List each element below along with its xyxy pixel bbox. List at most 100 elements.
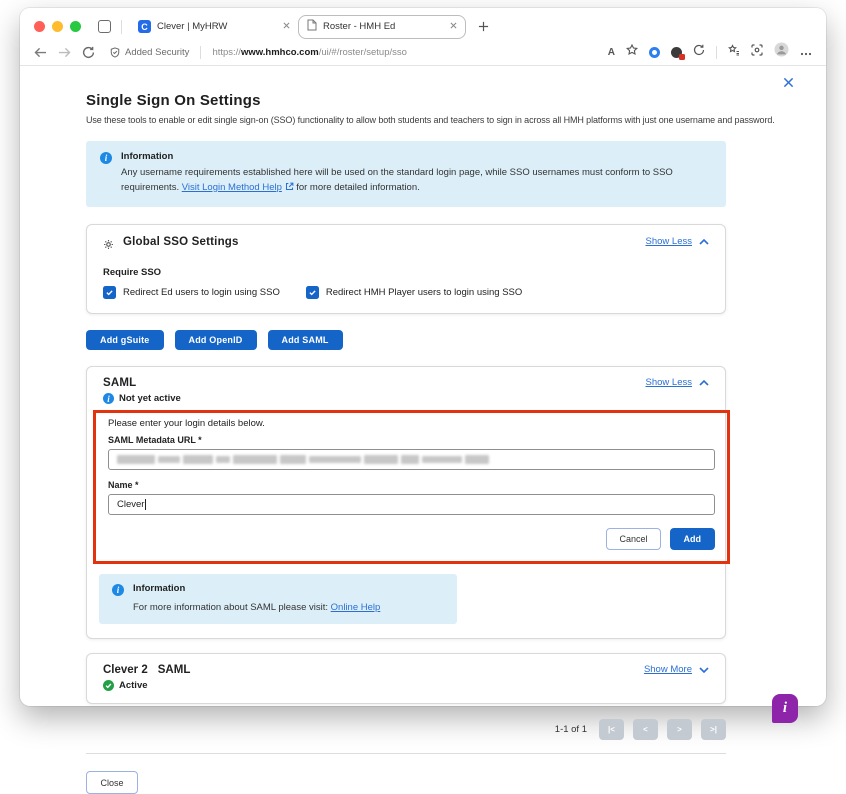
add-openid-button[interactable]: Add OpenID (175, 330, 257, 350)
pagination: 1-1 of 1 |< < > >| (86, 719, 726, 740)
tab-strip: C Clever | MyHRW Roster - HMH Ed (20, 8, 826, 39)
text-caret (145, 499, 146, 510)
modal-close-icon[interactable] (783, 75, 794, 93)
chevron-down-icon (699, 667, 709, 673)
help-widget-button[interactable]: i (772, 694, 798, 723)
saml-status: i Not yet active (103, 393, 181, 404)
back-icon[interactable] (34, 47, 47, 58)
add-gsuite-button[interactable]: Add gSuite (86, 330, 164, 350)
chevron-up-icon (699, 239, 709, 245)
web-capture-icon[interactable] (751, 43, 763, 61)
info-icon: i (100, 152, 112, 164)
info-banner-body: Any username requirements established he… (121, 166, 712, 195)
pagination-range: 1-1 of 1 (555, 724, 587, 735)
minimize-traffic-light[interactable] (52, 21, 63, 32)
provider-status: Active (103, 680, 190, 691)
security-label: Added Security (125, 47, 189, 58)
online-help-link[interactable]: Online Help (331, 602, 381, 613)
info-icon: i (103, 393, 114, 404)
url-domain: www.hmhco.com (241, 47, 319, 58)
metadata-url-input[interactable] (108, 449, 715, 470)
saml-info-title: Information (133, 583, 380, 594)
tab-separator (121, 20, 122, 34)
name-input[interactable]: Clever (108, 494, 715, 515)
close-tab-icon[interactable] (450, 21, 457, 32)
last-page-button[interactable]: >| (701, 719, 726, 740)
extension-dark-icon[interactable] (671, 47, 682, 58)
url-text[interactable]: https://www.hmhco.com/ui/#/roster/setup/… (212, 47, 406, 58)
tab-label: Roster - HMH Ed (323, 21, 444, 32)
check-icon (105, 288, 114, 297)
provider-title: Clever 2 SAML (103, 664, 190, 676)
saml-card-title: SAML (103, 377, 181, 389)
security-badge[interactable]: Added Security (110, 47, 189, 58)
redirect-player-checkbox[interactable] (306, 286, 319, 299)
read-aloud-icon[interactable]: A (608, 47, 615, 58)
toolbar-separator (716, 46, 717, 59)
global-show-less-toggle[interactable]: Show Less (646, 236, 709, 247)
name-value: Clever (117, 499, 144, 510)
tab-roster-hmh-ed[interactable]: Roster - HMH Ed (298, 15, 466, 39)
saml-info-body: For more information about SAML please v… (133, 602, 380, 613)
info-banner-title: Information (121, 151, 712, 162)
close-tab-icon[interactable] (283, 21, 290, 32)
shield-check-icon (110, 47, 120, 58)
visit-login-method-help-link[interactable]: Visit Login Method Help (182, 182, 282, 193)
first-page-button[interactable]: |< (599, 719, 624, 740)
add-provider-buttons: Add gSuite Add OpenID Add SAML (86, 330, 726, 350)
new-tab-icon[interactable] (478, 19, 489, 35)
next-page-button[interactable]: > (667, 719, 692, 740)
add-saml-button[interactable]: Add SAML (268, 330, 343, 350)
page-title: Single Sign On Settings (86, 92, 726, 109)
favorites-bar-icon[interactable] (728, 43, 740, 61)
profile-avatar[interactable] (774, 42, 789, 62)
provider-show-more-toggle[interactable]: Show More (644, 664, 709, 675)
close-button[interactable]: Close (86, 771, 138, 794)
previous-page-button[interactable]: < (633, 719, 658, 740)
chevron-up-icon (699, 380, 709, 386)
extension-badge (679, 54, 685, 60)
zoom-traffic-light[interactable] (70, 21, 81, 32)
toolbar-icons: A (608, 42, 812, 62)
cancel-button[interactable]: Cancel (606, 528, 660, 550)
close-traffic-light[interactable] (34, 21, 45, 32)
footer-divider (86, 753, 726, 754)
form-actions: Cancel Add (108, 528, 715, 550)
clever2-saml-card: Clever 2 SAML Active Show More (86, 653, 726, 704)
redirect-ed-checkbox-item: Redirect Ed users to login using SSO (103, 286, 280, 299)
more-options-icon[interactable] (800, 43, 812, 61)
reload-icon[interactable] (82, 46, 95, 59)
favorites-add-icon[interactable] (626, 43, 638, 61)
add-button[interactable]: Add (670, 528, 716, 550)
browser-chrome: C Clever | MyHRW Roster - HMH Ed (20, 8, 826, 66)
sso-settings-modal: Single Sign On Settings Use these tools … (20, 66, 826, 706)
redirect-player-checkbox-item: Redirect HMH Player users to login using… (306, 286, 522, 299)
tab-clever-myhrw[interactable]: C Clever | MyHRW (130, 15, 298, 39)
browser-window: C Clever | MyHRW Roster - HMH Ed (20, 8, 826, 706)
history-icon[interactable] (693, 43, 705, 61)
saml-show-less-toggle[interactable]: Show Less (646, 377, 709, 388)
checkbox-label: Redirect Ed users to login using SSO (123, 287, 280, 298)
document-icon (307, 19, 317, 34)
provider-type: SAML (158, 664, 191, 676)
metadata-url-label: SAML Metadata URL * (108, 435, 715, 445)
tab-overview-icon[interactable] (98, 20, 111, 33)
forward-icon[interactable] (58, 47, 71, 58)
info-icon: i (112, 584, 124, 596)
page-subtitle: Use these tools to enable or edit single… (86, 115, 726, 125)
help-icon: i (783, 700, 787, 717)
modal-content: Single Sign On Settings Use these tools … (86, 66, 726, 794)
clever-favicon: C (138, 20, 151, 33)
saml-info-box: i Information For more information about… (99, 574, 457, 624)
top-info-banner: i Information Any username requirements … (86, 141, 726, 207)
external-link-icon (285, 182, 294, 191)
extension-blue-icon[interactable] (649, 47, 660, 58)
saml-card: SAML i Not yet active Show Less Please e… (86, 366, 726, 639)
check-icon (308, 288, 317, 297)
gear-icon (103, 237, 114, 255)
redirect-ed-checkbox[interactable] (103, 286, 116, 299)
require-sso-label: Require SSO (87, 255, 725, 278)
global-sso-settings-card: Global SSO Settings Show Less Require SS… (86, 224, 726, 314)
address-separator (200, 46, 201, 59)
active-check-icon (103, 680, 114, 691)
